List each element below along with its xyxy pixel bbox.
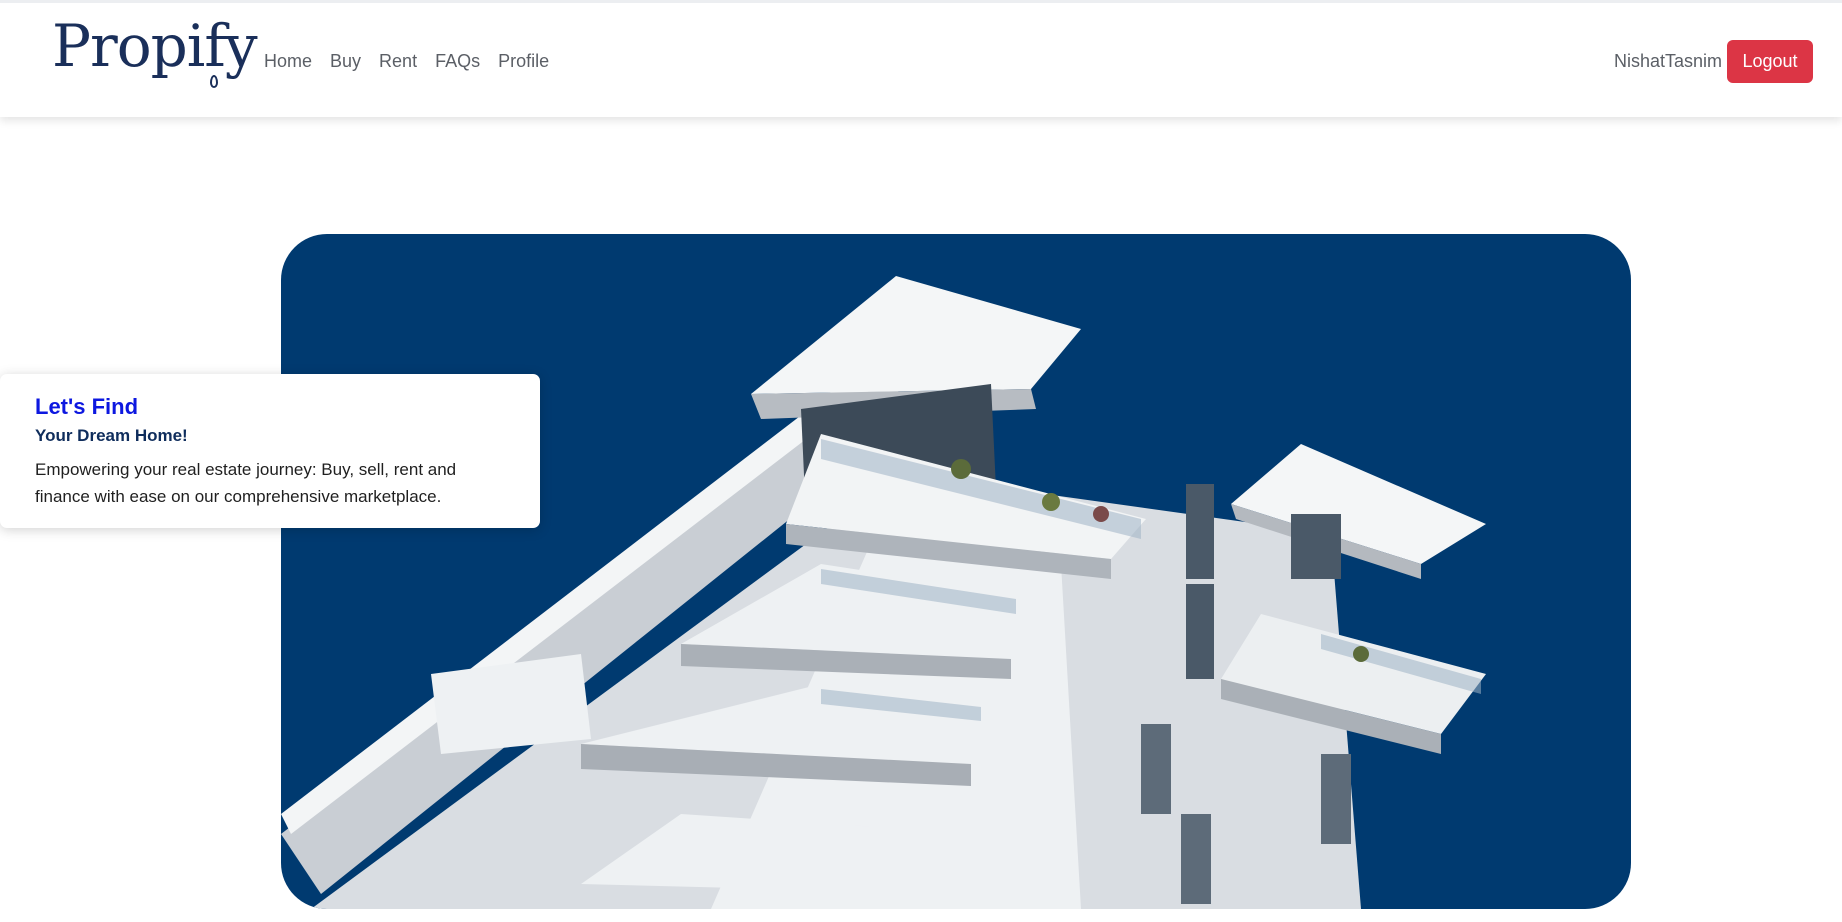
building-illustration (281, 276, 1486, 909)
propify-logo[interactable]: Propify (52, 17, 258, 75)
hero-banner (281, 234, 1631, 909)
nav-link-rent[interactable]: Rent (379, 51, 417, 72)
hero-card: Let's Find Your Dream Home! Empowering y… (0, 374, 540, 528)
nav-link-faqs[interactable]: FAQs (435, 51, 480, 72)
hero-description: Empowering your real estate journey: Buy… (35, 460, 457, 506)
navbar: Propify Home Buy Rent FAQs Profile Nisha… (0, 0, 1842, 117)
nav-links: Home Buy Rent FAQs Profile (264, 51, 549, 72)
hero-title: Let's Find (35, 394, 139, 419)
username: NishatTasnim (1614, 51, 1723, 71)
nav-link-home[interactable]: Home (264, 51, 312, 72)
hero-subtitle: Your Dream Home! (35, 426, 188, 445)
logout-button[interactable]: Logout (1727, 40, 1813, 83)
nav-link-buy[interactable]: Buy (330, 51, 361, 72)
logo-drop-icon (210, 75, 218, 88)
nav-link-profile[interactable]: Profile (498, 51, 549, 72)
